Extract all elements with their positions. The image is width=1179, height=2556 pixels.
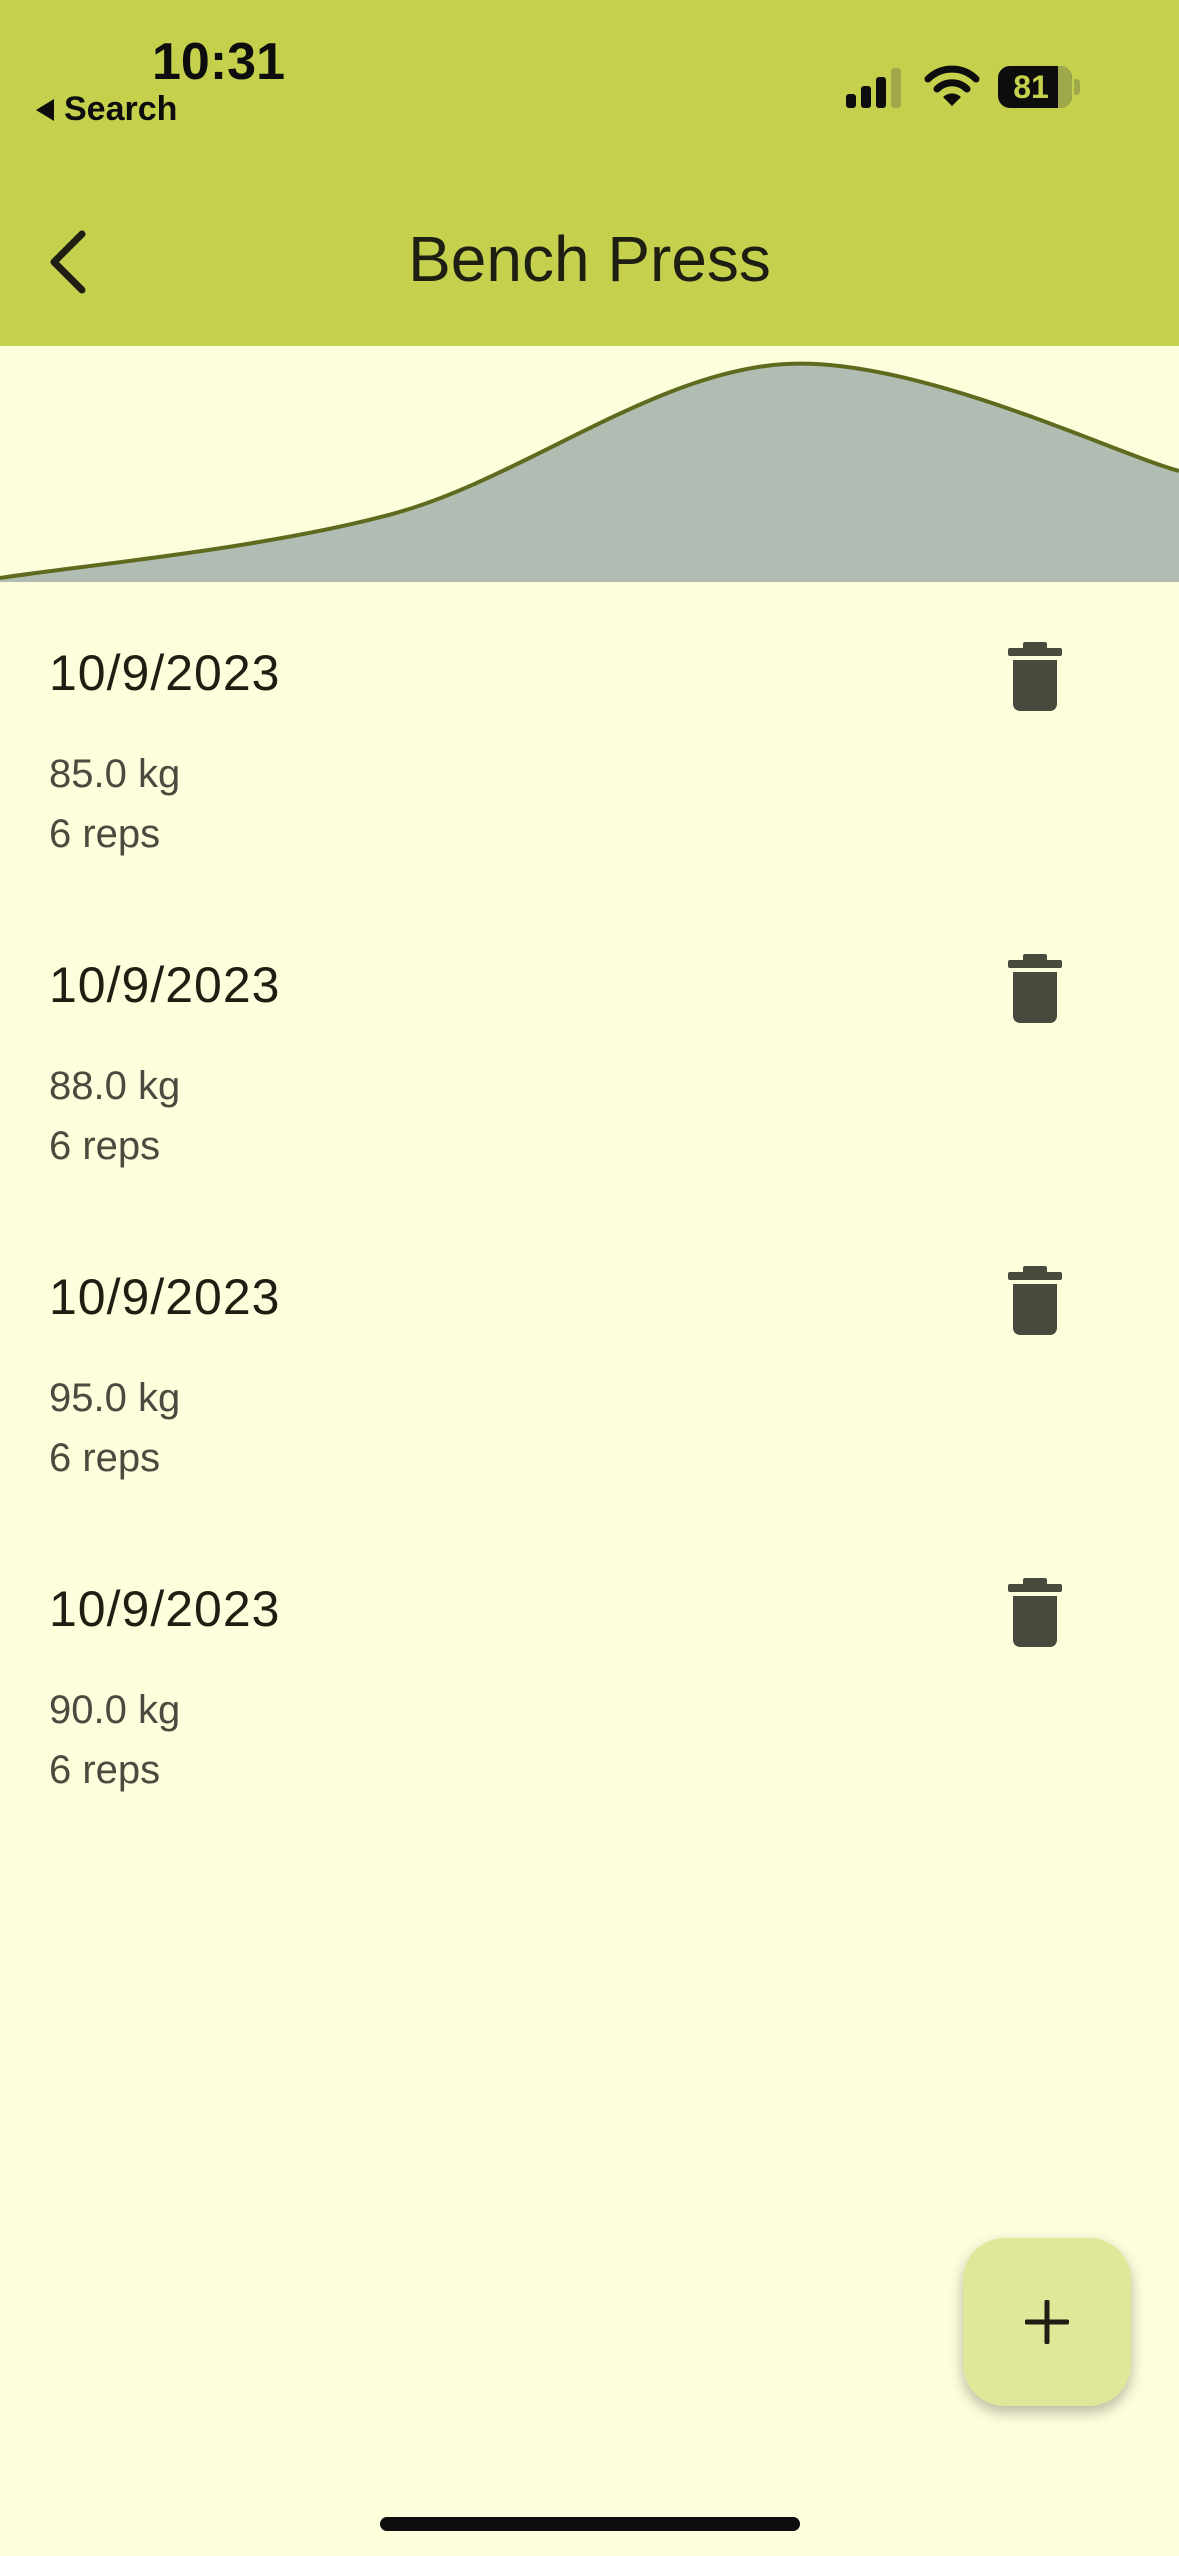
entry-reps: 6 reps [49, 1748, 161, 1792]
list-item: 10/9/2023 95.0 kg 6 reps [0, 1206, 1179, 1518]
chart-svg [0, 361, 1179, 582]
entry-weight: 90.0 kg [49, 1688, 181, 1732]
entry-weight: 88.0 kg [49, 1064, 181, 1108]
cellular-signal-icon [846, 68, 901, 108]
delete-button[interactable] [1006, 954, 1064, 1024]
delete-button[interactable] [1006, 1578, 1064, 1648]
trash-icon [1008, 1266, 1062, 1335]
trash-icon [1008, 1578, 1062, 1647]
trash-icon [1008, 954, 1062, 1023]
delete-button[interactable] [1006, 642, 1064, 712]
weight-progress-chart [0, 346, 1179, 582]
entries-list: 10/9/2023 85.0 kg 6 reps 10/9/2023 88.0 … [0, 582, 1179, 1830]
delete-button[interactable] [1006, 1266, 1064, 1336]
battery-cap [1074, 79, 1080, 95]
entry-reps: 6 reps [49, 812, 161, 856]
page-title: Bench Press [408, 223, 771, 295]
battery-body: 81 [998, 66, 1072, 108]
entry-weight: 85.0 kg [49, 752, 181, 796]
trash-icon [1008, 642, 1062, 711]
add-entry-button[interactable] [963, 2238, 1131, 2406]
status-back-label: Search [64, 90, 178, 128]
wifi-icon [924, 65, 980, 106]
battery-level: 81 [1013, 69, 1049, 105]
status-back-to-search[interactable]: Search [36, 90, 177, 129]
status-time: 10:31 [152, 33, 285, 91]
back-triangle-icon [36, 98, 54, 121]
entry-reps: 6 reps [49, 1436, 161, 1480]
entry-date: 10/9/2023 [49, 1581, 281, 1637]
battery-icon: 81 [998, 66, 1080, 108]
entry-reps: 6 reps [49, 1124, 161, 1168]
plus-icon [1025, 2300, 1069, 2344]
entry-date: 10/9/2023 [49, 1269, 281, 1325]
home-indicator [380, 2517, 800, 2531]
entry-date: 10/9/2023 [49, 957, 281, 1013]
entry-date: 10/9/2023 [49, 645, 281, 701]
list-item: 10/9/2023 88.0 kg 6 reps [0, 894, 1179, 1206]
entry-weight: 95.0 kg [49, 1376, 181, 1420]
chart-area-fill [0, 363, 1179, 582]
list-item: 10/9/2023 85.0 kg 6 reps [0, 582, 1179, 894]
app-header: 10:31 Search 81 Bench Press [0, 0, 1179, 346]
list-item: 10/9/2023 90.0 kg 6 reps [0, 1518, 1179, 1830]
